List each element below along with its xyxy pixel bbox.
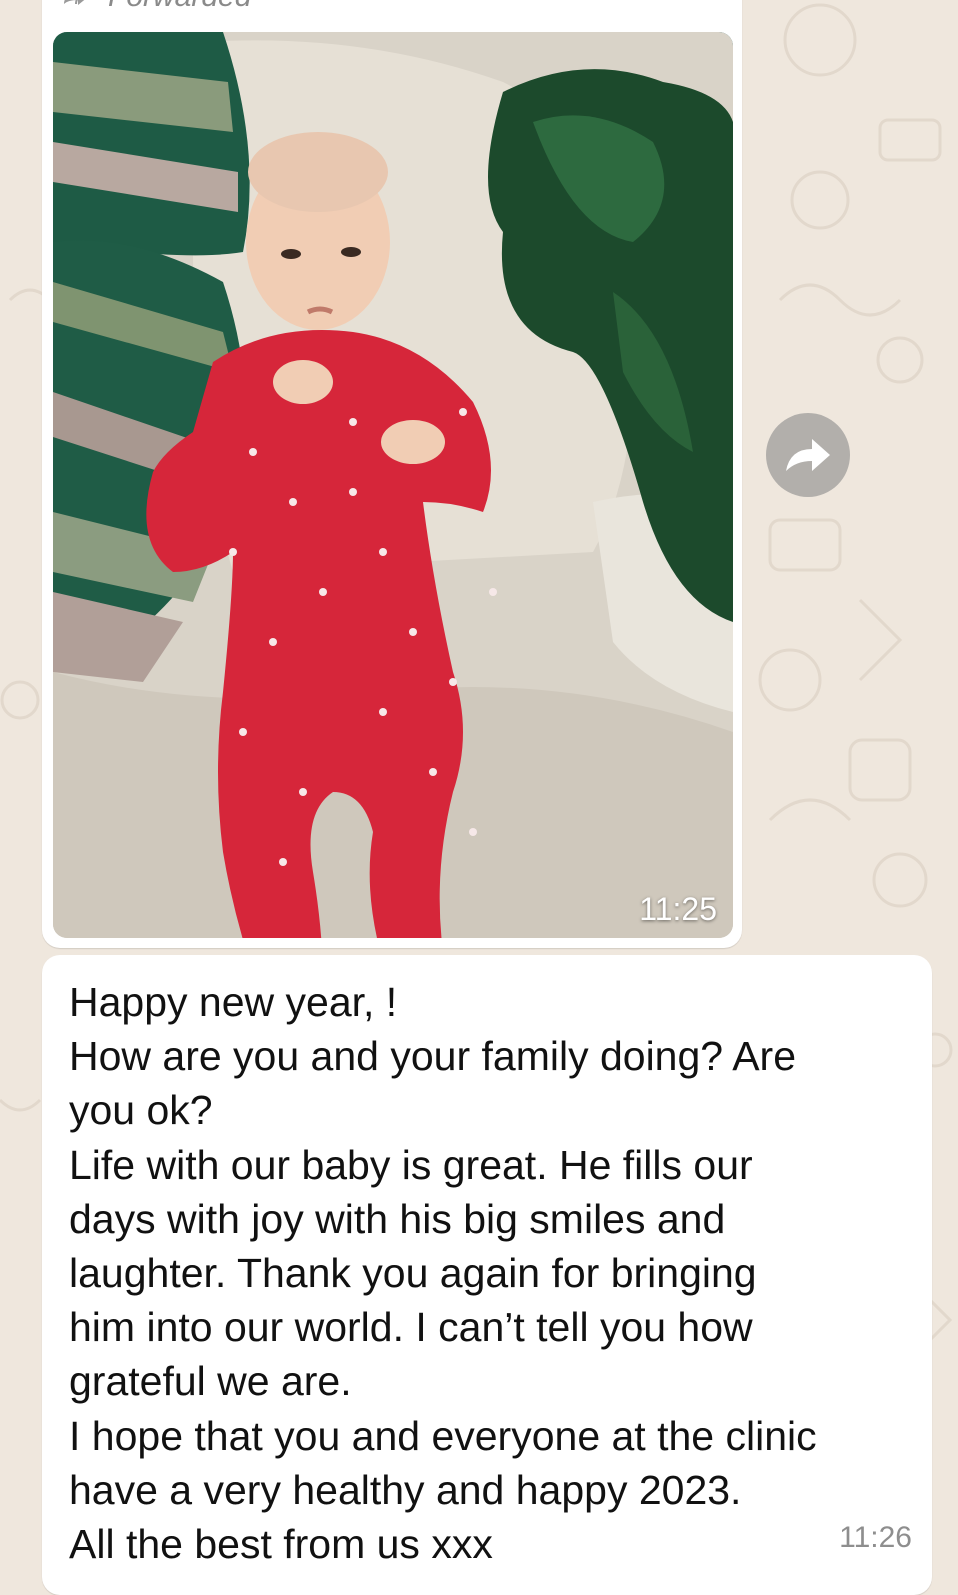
baby-photo[interactable]: 11:25	[53, 32, 733, 938]
message-line: Happy new year, !	[69, 979, 398, 1025]
forward-button[interactable]	[766, 413, 850, 497]
message-line: have a very healthy and happy 2023.	[69, 1466, 742, 1513]
message-line: him into our world. I can’t tell you how	[69, 1304, 753, 1351]
message-line: How are you and your family doing? Are	[69, 1033, 797, 1080]
message-line: grateful we are.	[69, 1358, 352, 1405]
forwarded-text: Forwarded	[108, 0, 251, 14]
text-message-bubble[interactable]: Happy new year, ! How are you and your f…	[42, 955, 932, 1595]
message-timestamp: 11:26	[839, 1521, 912, 1554]
forward-arrow-icon	[786, 439, 830, 471]
forwarded-icon	[64, 0, 85, 5]
message-line: laughter. Thank you again for bringing	[69, 1250, 757, 1297]
message-line: days with joy with his big smiles and	[69, 1195, 726, 1242]
forwarded-label: Forwarded	[60, 0, 251, 14]
message-line: Life with our baby is great. He fills ou…	[69, 1141, 753, 1188]
photo-image	[53, 32, 733, 938]
message-line: All the best from us xxx	[69, 1521, 493, 1568]
message-line: I hope that you and everyone at the clin…	[69, 1412, 817, 1459]
message-line: you ok?	[69, 1087, 213, 1134]
message-text: Happy new year, ! How are you and your f…	[69, 975, 909, 1571]
image-timestamp: 11:25	[639, 891, 717, 927]
